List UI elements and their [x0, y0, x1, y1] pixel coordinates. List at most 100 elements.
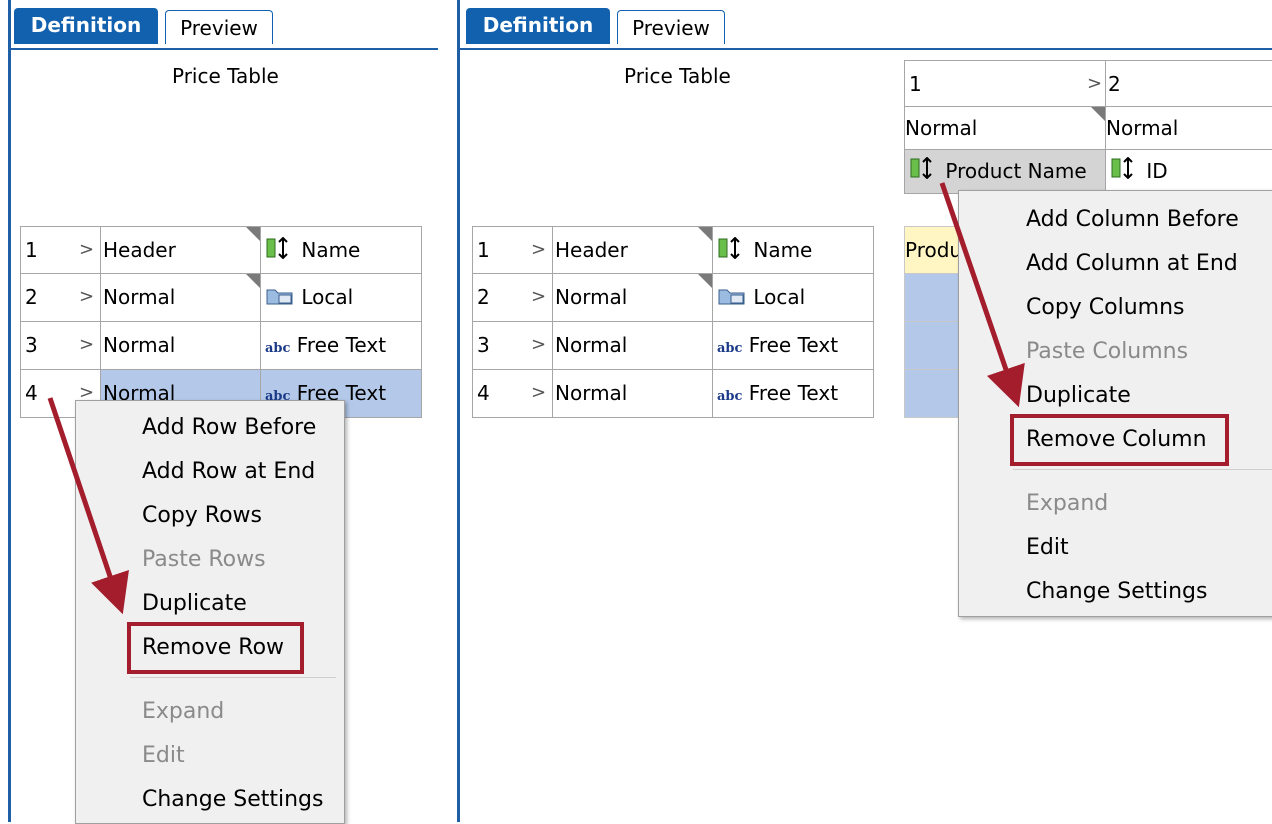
- row-style-cell[interactable]: Normal: [100, 321, 261, 370]
- column-number-cell[interactable]: 1 >: [904, 60, 1106, 107]
- row-number-cell[interactable]: 4 >: [472, 369, 553, 418]
- row-style-cell[interactable]: Header: [552, 226, 713, 274]
- data-cell[interactable]: [904, 321, 964, 370]
- column-style-cell[interactable]: Normal: [1105, 106, 1272, 150]
- tab-definition[interactable]: Definition: [466, 8, 610, 44]
- dropdown-corner-icon[interactable]: [698, 274, 712, 288]
- row-value-cell[interactable]: abc Free Text: [712, 369, 874, 418]
- row-value: Name: [301, 238, 361, 262]
- column-resize-icon: [717, 229, 747, 274]
- menu-item-expand[interactable]: Expand: [142, 699, 224, 724]
- menu-item-paste-columns[interactable]: Paste Columns: [1026, 339, 1188, 364]
- chevron-right-icon[interactable]: >: [531, 370, 546, 416]
- chevron-right-icon[interactable]: >: [79, 227, 94, 273]
- menu-item-add-row-before[interactable]: Add Row Before: [142, 415, 316, 440]
- column-resize-icon: [1110, 151, 1140, 193]
- row-number: 2: [477, 285, 490, 309]
- dropdown-corner-icon[interactable]: [698, 227, 712, 241]
- row-value-cell[interactable]: abc Free Text: [712, 321, 874, 370]
- abc-text-icon: abc: [717, 389, 743, 404]
- chevron-right-icon[interactable]: >: [1087, 61, 1102, 106]
- column-style: Normal: [905, 116, 978, 140]
- column-resize-icon: [909, 151, 939, 193]
- row-value-cell[interactable]: Local: [712, 273, 874, 322]
- row-style-cell[interactable]: Normal: [552, 321, 713, 370]
- row-value-cell[interactable]: Name: [712, 226, 874, 274]
- row-style-cell[interactable]: Normal: [552, 273, 713, 322]
- menu-item-add-column-before[interactable]: Add Column Before: [1026, 207, 1239, 232]
- chevron-right-icon[interactable]: >: [531, 274, 546, 320]
- row-value: Name: [753, 238, 813, 262]
- row-number-cell[interactable]: 2 >: [20, 273, 101, 322]
- row-style-cell[interactable]: Header: [100, 226, 261, 274]
- chevron-right-icon[interactable]: >: [531, 227, 546, 273]
- menu-item-add-column-at-end[interactable]: Add Column at End: [1026, 251, 1238, 276]
- row-style-cell[interactable]: Normal: [552, 369, 713, 418]
- menu-item-duplicate[interactable]: Duplicate: [1026, 383, 1131, 408]
- chevron-right-icon[interactable]: >: [79, 274, 94, 320]
- row-style: Normal: [555, 285, 628, 309]
- row-number: 3: [25, 333, 38, 357]
- menu-item-edit[interactable]: Edit: [1026, 535, 1069, 560]
- data-cell[interactable]: [904, 273, 964, 322]
- tab-preview[interactable]: Preview: [617, 10, 725, 44]
- column-style-cell[interactable]: Normal: [904, 106, 1106, 150]
- tab-preview[interactable]: Preview: [165, 10, 273, 44]
- row-number-cell[interactable]: 1 >: [20, 226, 101, 274]
- column-name-cell[interactable]: ID: [1105, 149, 1272, 194]
- row-value-cell[interactable]: abc Free Text: [260, 321, 422, 370]
- dropdown-corner-icon[interactable]: [246, 274, 260, 288]
- column-name: Product Name: [945, 159, 1087, 183]
- menu-item-change-settings[interactable]: Change Settings: [142, 787, 323, 812]
- menu-item-change-settings[interactable]: Change Settings: [1026, 579, 1207, 604]
- menu-item-edit[interactable]: Edit: [142, 743, 185, 768]
- column-style: Normal: [1106, 116, 1179, 140]
- row-number: 2: [25, 285, 38, 309]
- chevron-right-icon[interactable]: >: [531, 322, 546, 368]
- row-number: 1: [25, 238, 38, 262]
- column-number: 1: [909, 72, 922, 96]
- row-value: Local: [753, 285, 806, 309]
- row-value: Local: [301, 285, 354, 309]
- data-cell[interactable]: Produ: [904, 226, 964, 274]
- menu-item-duplicate[interactable]: Duplicate: [142, 591, 247, 616]
- row-value-cell[interactable]: Local: [260, 273, 422, 322]
- row-style: Header: [555, 238, 628, 262]
- dropdown-corner-icon[interactable]: [246, 227, 260, 241]
- row-context-menu: Add Row Before Add Row at End Copy Rows …: [75, 400, 345, 824]
- column-name: ID: [1146, 159, 1168, 183]
- data-cell[interactable]: [904, 369, 964, 418]
- abc-text-icon: abc: [265, 341, 291, 356]
- dropdown-corner-icon[interactable]: [1091, 107, 1105, 121]
- row-style: Normal: [103, 285, 176, 309]
- menu-item-add-row-at-end[interactable]: Add Row at End: [142, 459, 315, 484]
- row-number: 1: [477, 238, 490, 262]
- row-style-cell[interactable]: Normal: [100, 273, 261, 322]
- row-number-cell[interactable]: 1 >: [472, 226, 553, 274]
- row-number: 4: [25, 381, 38, 405]
- tab-definition[interactable]: Definition: [14, 8, 158, 44]
- row-value: Free Text: [748, 333, 839, 357]
- row-number-cell[interactable]: 3 >: [20, 321, 101, 370]
- highlight-box: [1010, 414, 1229, 466]
- row-style: Normal: [555, 333, 628, 357]
- row-number-cell[interactable]: 2 >: [472, 273, 553, 322]
- menu-item-expand[interactable]: Expand: [1026, 491, 1108, 516]
- row-value: Free Text: [296, 333, 387, 357]
- tab-strip-line: [10, 48, 438, 50]
- page-title: Price Table: [172, 64, 279, 88]
- menu-item-copy-rows[interactable]: Copy Rows: [142, 503, 262, 528]
- chevron-right-icon[interactable]: >: [79, 322, 94, 368]
- column-number-cell[interactable]: 2: [1105, 60, 1272, 107]
- row-value: Free Text: [748, 381, 839, 405]
- row-number-cell[interactable]: 3 >: [472, 321, 553, 370]
- row-value-cell[interactable]: Name: [260, 226, 422, 274]
- column-number: 2: [1108, 72, 1121, 96]
- column-name-cell[interactable]: Product Name: [904, 149, 1106, 194]
- folder-link-icon: [265, 276, 295, 322]
- menu-item-paste-rows[interactable]: Paste Rows: [142, 547, 266, 572]
- data-cell-text: Produ: [905, 238, 963, 262]
- menu-item-copy-columns[interactable]: Copy Columns: [1026, 295, 1185, 320]
- row-style: Normal: [555, 381, 628, 405]
- folder-link-icon: [717, 276, 747, 322]
